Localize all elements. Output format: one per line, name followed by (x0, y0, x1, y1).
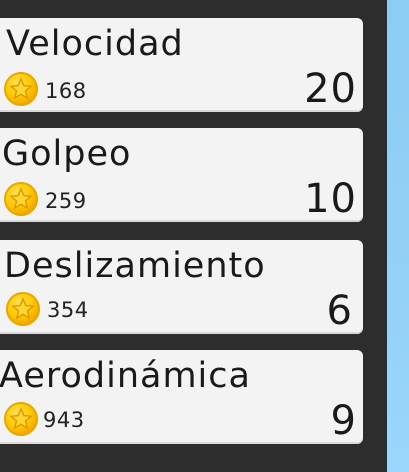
upgrade-level: 20 (304, 66, 357, 112)
upgrade-level: 9 (330, 398, 357, 444)
upgrade-cost: 168 (45, 79, 87, 103)
upgrade-cost: 943 (43, 408, 85, 432)
star-coin-icon (6, 292, 40, 326)
sky-background (387, 0, 409, 472)
upgrade-title: Velocidad (6, 24, 184, 64)
star-coin-icon (4, 402, 38, 436)
upgrade-title: Golpeo (2, 134, 132, 174)
upgrade-card-deslizamiento[interactable]: Deslizamiento 354 6 (0, 240, 363, 334)
star-coin-icon (4, 182, 38, 216)
upgrade-title: Aerodinámica (0, 356, 251, 396)
upgrade-title: Deslizamiento (4, 246, 266, 286)
upgrade-cost: 354 (47, 298, 89, 322)
upgrade-level: 6 (326, 288, 353, 334)
upgrade-panel: Velocidad 168 20 Golpeo 259 10 Deslizami… (0, 0, 387, 472)
upgrade-cost: 259 (45, 189, 87, 213)
upgrade-level: 10 (304, 176, 357, 222)
upgrade-card-aerodinamica[interactable]: Aerodinámica 943 9 (0, 350, 363, 444)
upgrade-card-velocidad[interactable]: Velocidad 168 20 (0, 18, 363, 112)
star-coin-icon (4, 72, 38, 106)
upgrade-card-golpeo[interactable]: Golpeo 259 10 (0, 128, 363, 222)
